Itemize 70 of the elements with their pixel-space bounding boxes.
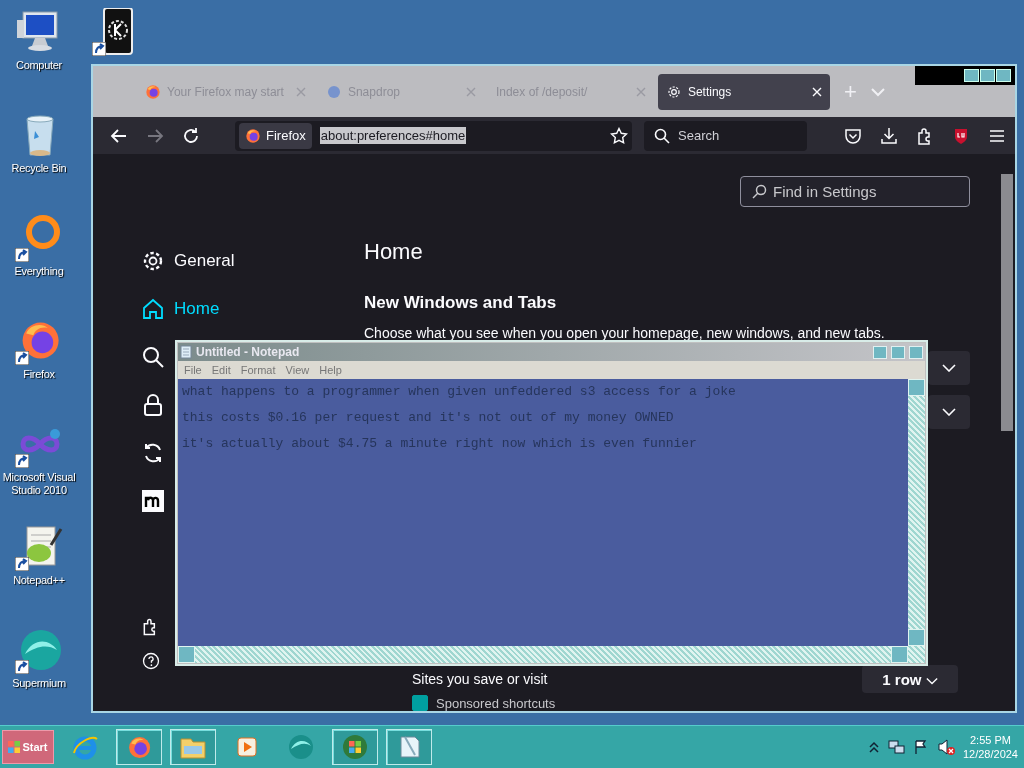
menu-item[interactable]: Help <box>319 364 342 376</box>
menu-item[interactable]: View <box>285 364 310 376</box>
search-field[interactable]: Search <box>644 120 807 151</box>
taskbar-button[interactable] <box>386 729 432 765</box>
home-icon <box>141 297 165 321</box>
menu-item[interactable]: File <box>184 364 202 376</box>
reload-icon[interactable] <box>182 126 200 145</box>
pocket-icon[interactable] <box>844 126 862 145</box>
scrollbar-thumb[interactable] <box>1001 174 1013 431</box>
globe-icon <box>325 83 342 100</box>
orb-logo-icon <box>287 733 315 761</box>
setting-label: Sites you save or visit <box>412 671 549 687</box>
desktop-icon-label[interactable]: Recycle Bin <box>11 162 67 175</box>
search-icon <box>141 345 165 369</box>
sidebar-item[interactable]: Home <box>141 285 220 333</box>
network-icon[interactable] <box>886 738 905 756</box>
dropdown[interactable] <box>928 351 970 385</box>
lock-icon <box>141 393 165 417</box>
dropdown[interactable] <box>928 395 970 429</box>
search-icon <box>654 127 670 144</box>
text-line: it's actually about $4.75 a minute right now which is even funnier <box>182 435 698 453</box>
browser-logo-icon <box>145 83 161 100</box>
section-description: Choose what you see when you open your homepage, new windows, and new tabs. <box>364 325 886 341</box>
rows-dropdown[interactable]: 1 row <box>862 665 958 693</box>
notepad-icon <box>180 345 192 359</box>
desktop-icon-label[interactable]: Everything <box>14 265 64 278</box>
clock-date[interactable]: 12/28/2024 <box>962 747 1018 761</box>
text-line: what happens to a programmer when given unfeddered s3 access for a joke <box>182 383 737 401</box>
desktop-icon-label[interactable]: Notepad++ <box>13 574 65 587</box>
desktop-icon-label[interactable]: Computer <box>16 59 62 72</box>
taskbar-button[interactable] <box>116 729 162 765</box>
help-icon[interactable] <box>141 651 161 671</box>
window-title: Untitled - Notepad <box>196 345 301 359</box>
text-line: this costs $0.16 per request and it's not out of my money OWNED <box>182 409 675 427</box>
search-icon <box>751 183 767 200</box>
back-arrow-icon[interactable] <box>110 126 128 145</box>
settings-icon <box>141 249 165 273</box>
find-in-settings-field[interactable]: Find in Settings <box>740 176 970 207</box>
chevron-up-icon[interactable] <box>868 741 879 753</box>
checkbox-label: Sponsored shortcuts <box>436 695 556 711</box>
taskbar-button[interactable] <box>332 729 378 765</box>
start-button[interactable]: Start <box>2 730 54 764</box>
browser-logo-icon <box>245 127 261 144</box>
star-icon[interactable] <box>610 126 628 145</box>
address-bar[interactable]: Firefox about:preferences#home <box>235 120 632 151</box>
letter-m-logo-icon <box>141 489 165 513</box>
menu-item[interactable]: Format <box>240 364 276 376</box>
chevron-down-icon <box>942 408 956 416</box>
desktop-icon-label[interactable]: Microsoft Visual Studio 2010 <box>0 471 78 497</box>
identity-button[interactable]: Firefox <box>239 122 312 149</box>
menu-item[interactable]: Edit <box>211 364 231 376</box>
desktop-icon-label[interactable]: Firefox <box>23 368 55 381</box>
browser-tab[interactable]: Settings <box>657 73 830 110</box>
section-heading: New Windows and Tabs <box>364 293 558 313</box>
speaker-muted-icon[interactable] <box>936 738 955 756</box>
clock-time[interactable]: 2:55 PM <box>970 733 1011 747</box>
chevron-down-icon <box>942 364 956 372</box>
url-text: about:preferences#home <box>319 127 467 145</box>
forward-arrow-icon[interactable] <box>146 126 164 145</box>
windows-orb-icon <box>341 733 369 761</box>
page-heading: Home <box>364 239 424 266</box>
shield-icon[interactable] <box>952 126 970 145</box>
desktop-icon-label[interactable]: Supermium <box>12 677 66 690</box>
chevron-down-icon <box>925 676 938 685</box>
download-icon[interactable] <box>880 126 898 145</box>
windows-flag-icon <box>8 741 21 753</box>
flag-icon[interactable] <box>912 739 929 755</box>
taskbar-button[interactable] <box>170 729 216 765</box>
sidebar-item[interactable]: General <box>141 237 235 285</box>
checkbox[interactable] <box>412 695 428 711</box>
